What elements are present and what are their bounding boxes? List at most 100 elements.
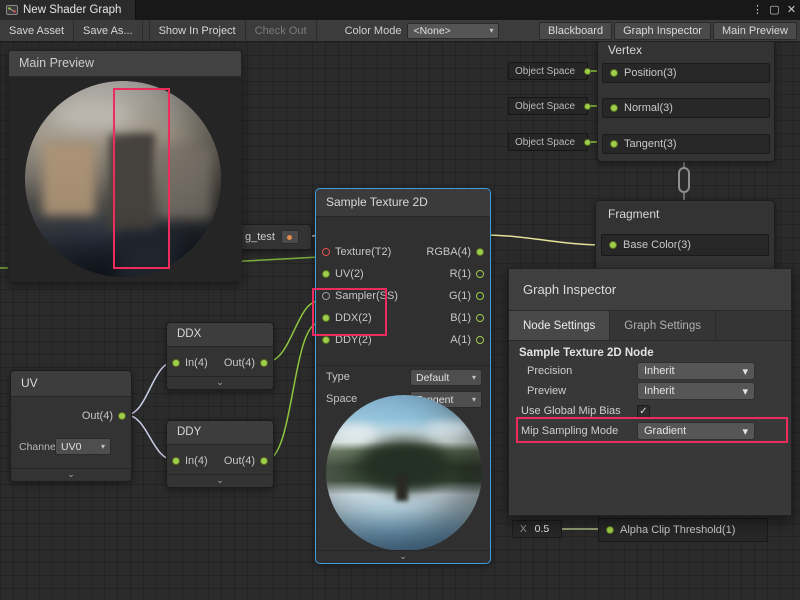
save-asset-button[interactable]: Save Asset xyxy=(0,20,74,41)
texture-dot-icon xyxy=(287,235,292,240)
object-space-dropdown-position[interactable]: Object Space xyxy=(508,62,588,80)
graph-inspector-panel[interactable]: Graph Inspector Node Settings Graph Sett… xyxy=(508,268,792,516)
more-options-icon[interactable]: ⋮ xyxy=(749,0,766,20)
document-tab[interactable]: New Shader Graph xyxy=(0,0,136,20)
sample-texture-2d-node[interactable]: Sample Texture 2D Texture(T2) UV(2) Samp… xyxy=(315,188,491,564)
mip-mode-label: Mip Sampling Mode xyxy=(509,425,637,437)
stack-connector xyxy=(678,167,690,193)
port-dot-icon[interactable] xyxy=(476,336,484,344)
port-dot-icon[interactable] xyxy=(172,359,180,367)
tab-node-settings[interactable]: Node Settings xyxy=(509,311,610,340)
close-icon[interactable]: ✕ xyxy=(783,0,800,20)
ddx-node[interactable]: DDX In(4) Out(4) ⌄ xyxy=(166,322,274,390)
input-port-ddx[interactable]: DDX(2) xyxy=(322,309,372,327)
input-port-ddy[interactable]: DDY(2) xyxy=(322,331,372,349)
preview-dropdown[interactable]: Inherit ▾ xyxy=(637,382,755,400)
object-space-dropdown-normal[interactable]: Object Space xyxy=(508,97,588,115)
port-dot-icon[interactable] xyxy=(584,139,591,146)
mip-bias-checkbox[interactable]: ✓ xyxy=(637,405,650,418)
uv-node[interactable]: UV Out(4) Channe UV0 ▾ ⌄ xyxy=(10,370,132,482)
texture-asset-field[interactable] xyxy=(281,230,299,244)
tab-graph-settings[interactable]: Graph Settings xyxy=(610,311,716,340)
output-port-a[interactable]: A(1) xyxy=(450,331,484,349)
color-mode-dropdown[interactable]: <None> ▾ xyxy=(407,23,499,39)
vertex-port-tangent[interactable]: Tangent(3) xyxy=(602,134,770,154)
show-in-project-button[interactable]: Show In Project xyxy=(149,20,246,41)
blackboard-toggle[interactable]: Blackboard xyxy=(539,22,612,40)
port-dot-icon[interactable] xyxy=(610,104,618,112)
ddx-in-port[interactable]: In(4) xyxy=(172,354,208,372)
ddx-node-title[interactable]: DDX xyxy=(167,323,273,347)
mip-bias-row: Use Global Mip Bias ✓ xyxy=(509,401,791,421)
maximize-icon[interactable]: ▢ xyxy=(766,0,783,20)
chevron-down-icon: ▾ xyxy=(742,385,748,398)
port-dot-icon[interactable] xyxy=(322,292,330,300)
input-port-uv[interactable]: UV(2) xyxy=(322,265,364,283)
ddx-out-port[interactable]: Out(4) xyxy=(224,354,268,372)
port-dot-icon[interactable] xyxy=(172,457,180,465)
graph-inspector-title[interactable]: Graph Inspector xyxy=(509,269,791,311)
port-dot-icon[interactable] xyxy=(118,412,126,420)
sample-texture-node-title[interactable]: Sample Texture 2D xyxy=(316,189,490,217)
ddy-node-title[interactable]: DDY xyxy=(167,421,273,445)
port-dot-icon[interactable] xyxy=(584,103,591,110)
type-dropdown[interactable]: Default ▾ xyxy=(410,369,482,386)
collapse-chevron-icon[interactable]: ⌄ xyxy=(11,468,131,481)
port-dot-icon[interactable] xyxy=(476,248,484,256)
vertex-port-normal[interactable]: Normal(3) xyxy=(602,98,770,118)
chevron-down-icon: ▾ xyxy=(472,373,476,382)
main-preview-body xyxy=(9,77,241,281)
collapse-chevron-icon[interactable]: ⌄ xyxy=(316,550,490,563)
chevron-down-icon: ▾ xyxy=(742,365,748,378)
object-space-dropdown-tangent[interactable]: Object Space xyxy=(508,133,588,151)
type-label: Type xyxy=(326,371,350,383)
port-dot-icon[interactable] xyxy=(322,336,330,344)
port-dot-icon[interactable] xyxy=(322,248,330,256)
output-port-g[interactable]: G(1) xyxy=(449,287,484,305)
port-dot-icon[interactable] xyxy=(606,526,614,534)
port-dot-icon[interactable] xyxy=(260,457,268,465)
uv-node-title[interactable]: UV xyxy=(11,371,131,397)
port-dot-icon[interactable] xyxy=(476,292,484,300)
port-dot-icon[interactable] xyxy=(476,270,484,278)
port-dot-icon[interactable] xyxy=(584,68,591,75)
port-dot-icon[interactable] xyxy=(610,140,618,148)
uv-out-port[interactable]: Out(4) xyxy=(82,407,126,425)
port-dot-icon[interactable] xyxy=(322,270,330,278)
texture-asset-node[interactable]: g_test xyxy=(236,224,312,250)
ddy-out-port[interactable]: Out(4) xyxy=(224,452,268,470)
graph-inspector-toggle[interactable]: Graph Inspector xyxy=(614,22,711,40)
port-dot-icon[interactable] xyxy=(476,314,484,322)
mip-mode-dropdown[interactable]: Gradient ▾ xyxy=(637,422,755,440)
ddy-in-port[interactable]: In(4) xyxy=(172,452,208,470)
save-as-button[interactable]: Save As... xyxy=(74,20,143,41)
main-preview-panel[interactable]: Main Preview xyxy=(8,50,242,282)
port-dot-icon[interactable] xyxy=(610,69,618,77)
main-preview-toggle[interactable]: Main Preview xyxy=(713,22,797,40)
vector-x-input[interactable]: X 0.5 xyxy=(512,520,562,538)
inspector-tabs: Node Settings Graph Settings xyxy=(509,311,791,341)
texture-asset-label: g_test xyxy=(245,231,275,243)
ddy-node[interactable]: DDY In(4) Out(4) ⌄ xyxy=(166,420,274,488)
chevron-down-icon: ▾ xyxy=(742,425,748,438)
color-mode-label: Color Mode xyxy=(345,25,402,37)
port-dot-icon[interactable] xyxy=(260,359,268,367)
precision-dropdown[interactable]: Inherit ▾ xyxy=(637,362,755,380)
fragment-port-basecolor[interactable]: Base Color(3) xyxy=(601,234,769,256)
vertex-port-position[interactable]: Position(3) xyxy=(602,63,770,83)
input-port-texture[interactable]: Texture(T2) xyxy=(322,243,391,261)
port-dot-icon[interactable] xyxy=(322,314,330,322)
inspector-section-title: Sample Texture 2D Node xyxy=(519,347,791,359)
output-port-r[interactable]: R(1) xyxy=(450,265,484,283)
fragment-port-alpha-clip[interactable]: Alpha Clip Threshold(1) xyxy=(598,518,768,542)
main-preview-title[interactable]: Main Preview xyxy=(9,51,241,77)
vertex-node[interactable]: Vertex Position(3) Normal(3) Tangent(3) xyxy=(597,40,775,162)
title-bar: New Shader Graph ⋮ ▢ ✕ xyxy=(0,0,800,20)
port-dot-icon[interactable] xyxy=(609,241,617,249)
output-port-rgba[interactable]: RGBA(4) xyxy=(426,243,484,261)
collapse-chevron-icon[interactable]: ⌄ xyxy=(167,376,273,389)
channel-dropdown[interactable]: UV0 ▾ xyxy=(55,438,111,455)
collapse-chevron-icon[interactable]: ⌄ xyxy=(167,474,273,487)
input-port-sampler[interactable]: Sampler(SS) xyxy=(322,287,398,305)
output-port-b[interactable]: B(1) xyxy=(450,309,484,327)
